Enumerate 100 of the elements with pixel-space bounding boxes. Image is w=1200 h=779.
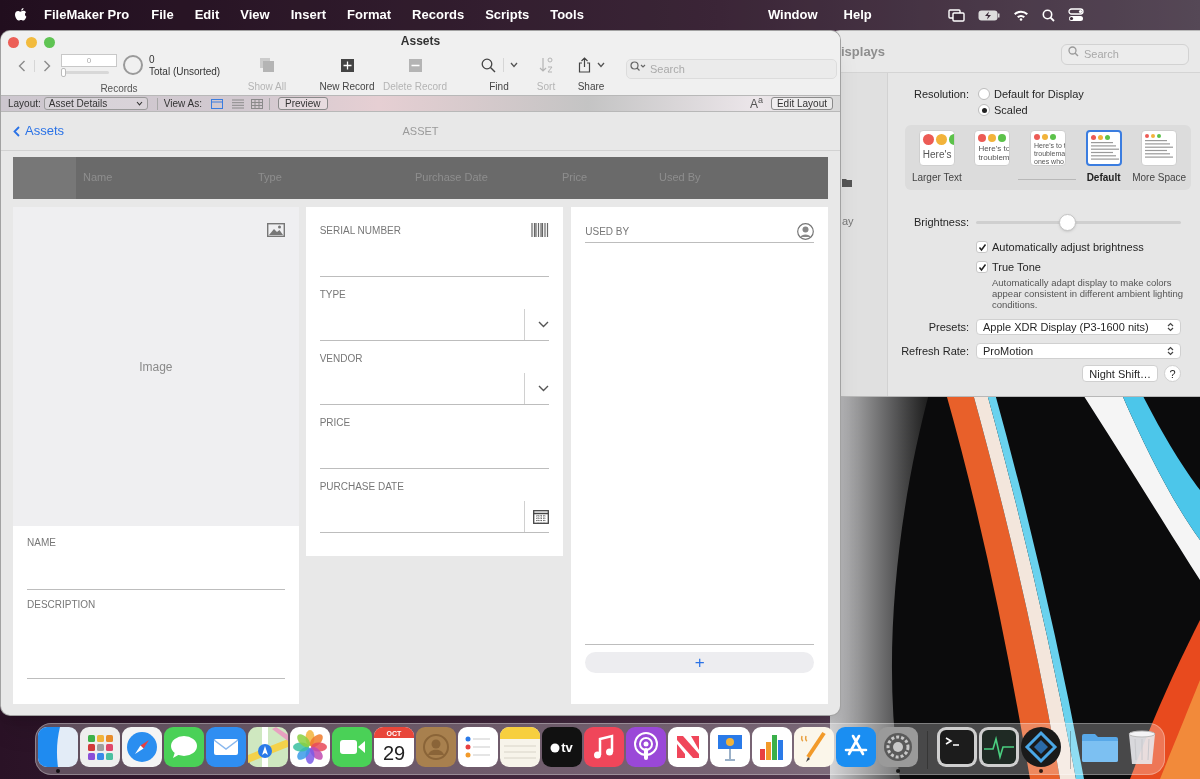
map-icon[interactable] <box>248 727 288 767</box>
toolbar-button[interactable]: Find <box>471 51 527 93</box>
notepad-icon[interactable] <box>500 727 540 767</box>
chevron-down-icon[interactable] <box>538 321 550 328</box>
night-shift-button[interactable]: Night Shift… <box>1082 365 1158 382</box>
news-icon[interactable] <box>668 727 708 767</box>
close-button[interactable] <box>8 36 19 48</box>
menu-item[interactable]: Records <box>412 5 465 25</box>
slider-thumb[interactable] <box>61 68 66 77</box>
menu-item[interactable]: Scripts <box>485 5 530 25</box>
radio-button[interactable] <box>978 88 990 100</box>
radio-label[interactable]: Scaled <box>994 101 1028 119</box>
field-label: USED BY <box>585 224 630 239</box>
add-button[interactable]: + <box>585 652 814 673</box>
field-label: Refresh Rate: <box>901 343 969 359</box>
description-text: Automatically adapt display to make colors appear consistent in different ambient lighting conditions. <box>992 277 1184 310</box>
share-icon <box>577 57 591 73</box>
folder-icon <box>842 177 852 187</box>
toolbar-button[interactable]: Share <box>567 51 615 93</box>
stepper-arrows-icon <box>1167 346 1174 356</box>
layout-title: ASSET <box>401 123 440 139</box>
caret-icon[interactable] <box>509 62 518 68</box>
field-label: PURCHASE DATE <box>319 479 404 494</box>
help-button[interactable]: ? <box>1164 365 1181 382</box>
music-note-icon[interactable] <box>584 727 624 767</box>
menu-item[interactable]: Insert <box>290 5 327 25</box>
envelope-icon[interactable] <box>206 727 246 767</box>
checkbox-label[interactable]: Automatically adjust brightness <box>992 238 1144 256</box>
checkbox-label[interactable]: True Tone <box>992 258 1041 276</box>
flower-icon[interactable] <box>290 727 330 767</box>
dropdown[interactable]: ProMotion <box>976 343 1181 359</box>
scale-option[interactable]: Here's to troublem <box>974 130 1011 166</box>
placeholder-text: Image <box>139 358 173 376</box>
brightness-slider[interactable] <box>976 213 1181 231</box>
screen-mirroring-icon[interactable] <box>948 8 965 22</box>
scale-label: More Space <box>1132 171 1187 185</box>
field-label: TYPE <box>319 287 346 302</box>
sidebar-item[interactable]: ay <box>842 213 887 230</box>
podium-icon[interactable] <box>710 727 750 767</box>
menu-item[interactable]: Window <box>767 5 818 25</box>
tv-icon[interactable]: tv <box>542 727 582 767</box>
sort-icon <box>539 57 553 73</box>
checkbox[interactable] <box>976 241 988 253</box>
menu-item[interactable]: Edit <box>194 5 220 25</box>
header-corner <box>13 157 76 199</box>
menu-item[interactable]: View <box>240 5 270 25</box>
checkbox[interactable] <box>976 261 988 273</box>
search-icon <box>480 57 496 73</box>
compass-icon[interactable] <box>122 727 162 767</box>
chevron-left-icon <box>13 125 20 137</box>
wifi-icon[interactable] <box>1013 9 1029 21</box>
back-link[interactable]: Assets <box>13 121 281 141</box>
field-label: VENDOR <box>319 351 363 366</box>
caret-icon[interactable] <box>596 62 605 68</box>
pen-icon[interactable] <box>794 727 834 767</box>
text-lines-icon <box>1090 142 1119 162</box>
form-view-icon[interactable] <box>211 98 223 109</box>
app-grid-icon[interactable] <box>80 727 120 767</box>
podcast-icon[interactable] <box>626 727 666 767</box>
battery-icon[interactable] <box>978 9 1000 21</box>
menu-item[interactable]: Help <box>843 5 872 25</box>
radio-button[interactable] <box>978 104 990 116</box>
chevron-down-icon[interactable] <box>538 385 550 392</box>
chevron-left-icon[interactable] <box>18 60 26 72</box>
app-menu[interactable]: FileMaker Pro <box>44 5 130 25</box>
field-label: View As: <box>163 97 202 111</box>
apple-icon[interactable] <box>14 7 28 23</box>
slider-thumb[interactable] <box>1058 213 1076 231</box>
edit-layout-button[interactable]: Edit Layout <box>770 97 833 110</box>
field-label: Brightness: <box>913 214 969 230</box>
record-slider[interactable] <box>61 68 109 77</box>
field-label: Presets: <box>928 319 969 335</box>
search-field[interactable]: Search <box>1061 43 1189 65</box>
menu-item[interactable]: Tools <box>550 5 584 25</box>
menu-item[interactable]: File <box>151 5 174 25</box>
calendar-icon[interactable] <box>533 509 550 524</box>
control-center-icon[interactable] <box>1068 8 1084 22</box>
search-icon[interactable] <box>630 61 646 72</box>
search-icon[interactable] <box>1042 8 1055 22</box>
chevron-right-icon[interactable] <box>43 60 51 72</box>
minus-square-icon <box>408 58 422 72</box>
toolbar-label: Records <box>100 82 138 96</box>
preview-button[interactable]: Preview <box>278 97 328 110</box>
search-field[interactable]: Search <box>626 59 837 79</box>
scale-option[interactable]: Here's <box>918 130 955 166</box>
video-camera-icon[interactable] <box>332 727 372 767</box>
pie-indicator-icon <box>123 55 143 75</box>
radio-label[interactable]: Default for Display <box>994 85 1084 103</box>
scale-option[interactable] <box>1085 130 1122 166</box>
speech-bubble-icon[interactable] <box>164 727 204 767</box>
split-square-icon[interactable] <box>38 727 78 767</box>
toolbar-button[interactable]: New Record <box>313 51 381 93</box>
bar-chart-icon[interactable] <box>752 727 792 767</box>
dropdown[interactable]: Apple XDR Display (P3-1600 nits) <box>976 319 1181 335</box>
field-label: PRICE <box>319 415 351 430</box>
menu-item[interactable]: Format <box>347 5 392 25</box>
text-size-button[interactable]: A$^{a}$ <box>749 97 763 110</box>
field-label: DESCRIPTION <box>27 598 97 612</box>
checklist-icon[interactable] <box>458 727 498 767</box>
layout-dropdown[interactable]: Asset Details <box>43 97 148 110</box>
